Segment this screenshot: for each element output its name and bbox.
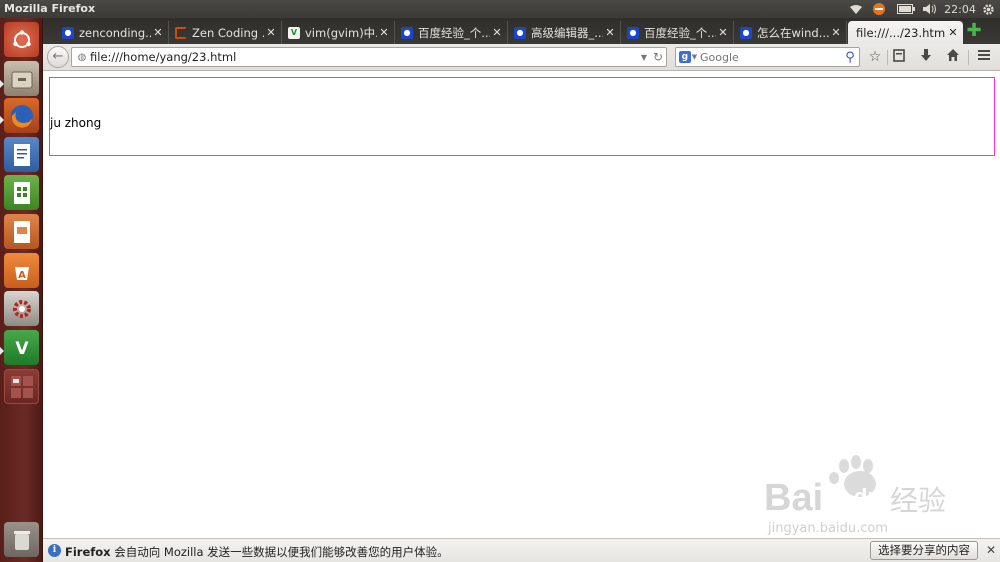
writer-icon[interactable]	[4, 137, 39, 172]
home-icon[interactable]	[943, 48, 963, 67]
notification-text: 会自动向 Mozilla 发送一些数据以便我们能够改善您的用户体验。	[110, 545, 449, 559]
tab-label: 百度经验_个...	[418, 25, 490, 40]
close-icon[interactable]: ✕	[490, 26, 504, 39]
close-icon[interactable]: ✕	[377, 26, 391, 39]
notification-bar: i Firefox 会自动向 Mozilla 发送一些数据以便我们能够改善您的用…	[43, 538, 1000, 562]
baidu-jingyan-watermark: Bai du 经验 jingyan.baidu.com	[760, 452, 982, 538]
loading-spinner-icon	[175, 26, 187, 39]
tab-label: 怎么在wind...	[757, 25, 829, 40]
volume-icon[interactable]	[921, 1, 939, 17]
choose-what-to-share-button[interactable]: 选择要分享的内容(C)	[870, 541, 978, 562]
close-icon[interactable]: ✕	[151, 26, 165, 39]
tab-baidu-jingyan-1[interactable]: ● 百度经验_个... ✕	[396, 21, 508, 44]
globe-icon: ◍	[77, 51, 87, 63]
close-icon[interactable]: ✕	[829, 26, 843, 39]
launcher: A V	[0, 18, 43, 562]
gear-icon[interactable]	[980, 1, 996, 17]
tab-active-23-html[interactable]: file:///.../23.html ✕	[848, 21, 963, 44]
notification-message: Firefox 会自动向 Mozilla 发送一些数据以便我们能够改善您的用户体…	[65, 544, 449, 560]
back-button[interactable]: ←	[47, 46, 69, 68]
tab-zenconding[interactable]: ● zenconding... ✕	[57, 21, 169, 44]
tab-baidu-jingyan-2[interactable]: ● 百度经验_个... ✕	[622, 21, 734, 44]
history-dropdown-icon[interactable]: ▼	[638, 53, 650, 62]
chevron-down-icon: ▼	[691, 53, 698, 61]
notification-brand: Firefox	[65, 545, 111, 559]
google-icon: g	[678, 51, 691, 63]
reload-icon[interactable]: ↻	[650, 50, 666, 64]
centered-text: ju zhong	[50, 116, 102, 130]
vim-icon: V	[288, 26, 300, 39]
tab-label: zenconding...	[79, 25, 151, 40]
info-icon: i	[48, 544, 61, 557]
close-icon[interactable]: ✕	[264, 26, 278, 39]
url-input[interactable]	[90, 50, 638, 64]
close-icon[interactable]: ✕	[984, 543, 998, 558]
baidu-paw-icon: ●	[627, 26, 639, 39]
baidu-paw-icon: ●	[401, 26, 413, 39]
tab-advanced-editor[interactable]: ● 高级编辑器_... ✕	[509, 21, 621, 44]
tab-strip: ● zenconding... ✕ Zen Coding ... ✕ V vim…	[43, 18, 1000, 44]
vim-icon[interactable]: V	[4, 330, 39, 365]
search-input[interactable]	[700, 50, 841, 64]
battery-icon[interactable]	[896, 1, 916, 17]
watermark-brand-text: Bai	[764, 477, 823, 519]
tab-label: Zen Coding ...	[192, 25, 264, 40]
navigation-bar: ← ◍ ▼ ↻ g ▼ ⚲ ☆	[43, 44, 1000, 71]
new-tab-button[interactable]: ✚	[964, 22, 984, 40]
top-panel: Mozilla Firefox 22:04	[0, 0, 1000, 18]
baidu-paw-icon: ●	[62, 26, 74, 39]
tab-label: 百度经验_个...	[644, 25, 716, 40]
baidu-paw-icon: ●	[740, 26, 752, 39]
search-bar[interactable]: g ▼ ⚲	[675, 47, 860, 67]
close-icon[interactable]: ✕	[603, 26, 617, 39]
watermark-brand-cn: 经验	[890, 484, 946, 517]
files-icon[interactable]	[4, 61, 39, 96]
tab-label: file:///.../23.html	[856, 25, 946, 40]
tab-how-in-windows[interactable]: ● 怎么在wind... ✕	[735, 21, 847, 44]
baidu-paw-icon: ●	[514, 26, 526, 39]
close-icon[interactable]: ✕	[946, 26, 960, 39]
bookmarks-menu-icon[interactable]	[889, 48, 909, 67]
bordered-div: ju zhong	[49, 77, 995, 156]
svg-text:V: V	[15, 339, 29, 359]
firefox-icon[interactable]	[4, 98, 39, 133]
separator	[968, 50, 969, 65]
tab-label: vim(gvim)中...	[305, 25, 377, 40]
update-icon[interactable]	[870, 1, 888, 17]
software-center-icon[interactable]: A	[4, 253, 39, 288]
bookmark-star-icon[interactable]: ☆	[865, 48, 885, 67]
clock[interactable]: 22:04	[944, 1, 976, 17]
calc-icon[interactable]	[4, 175, 39, 210]
watermark-url: jingyan.baidu.com	[767, 521, 888, 536]
tab-zen-coding[interactable]: Zen Coding ... ✕	[170, 21, 282, 44]
download-icon[interactable]	[916, 48, 936, 67]
watermark-brand-text-2: du	[854, 484, 881, 509]
tab-vim-gvim[interactable]: V vim(gvim)中... ✕	[283, 21, 395, 44]
separator	[887, 50, 888, 65]
window-title: Mozilla Firefox	[4, 2, 96, 15]
search-icon[interactable]: ⚲	[841, 50, 859, 65]
dash-home-icon[interactable]	[4, 22, 39, 57]
settings-icon[interactable]	[4, 291, 39, 326]
tab-label: 高级编辑器_...	[531, 25, 603, 40]
trash-icon[interactable]	[4, 522, 39, 557]
svg-text:A: A	[18, 270, 26, 281]
impress-icon[interactable]	[4, 214, 39, 249]
wifi-icon[interactable]	[848, 1, 864, 17]
workspaces-icon[interactable]	[4, 369, 39, 404]
hamburger-menu-icon[interactable]	[974, 48, 994, 67]
close-icon[interactable]: ✕	[716, 26, 730, 39]
search-engine-selector[interactable]: g ▼	[676, 51, 700, 63]
url-bar[interactable]: ◍ ▼ ↻	[71, 47, 667, 67]
